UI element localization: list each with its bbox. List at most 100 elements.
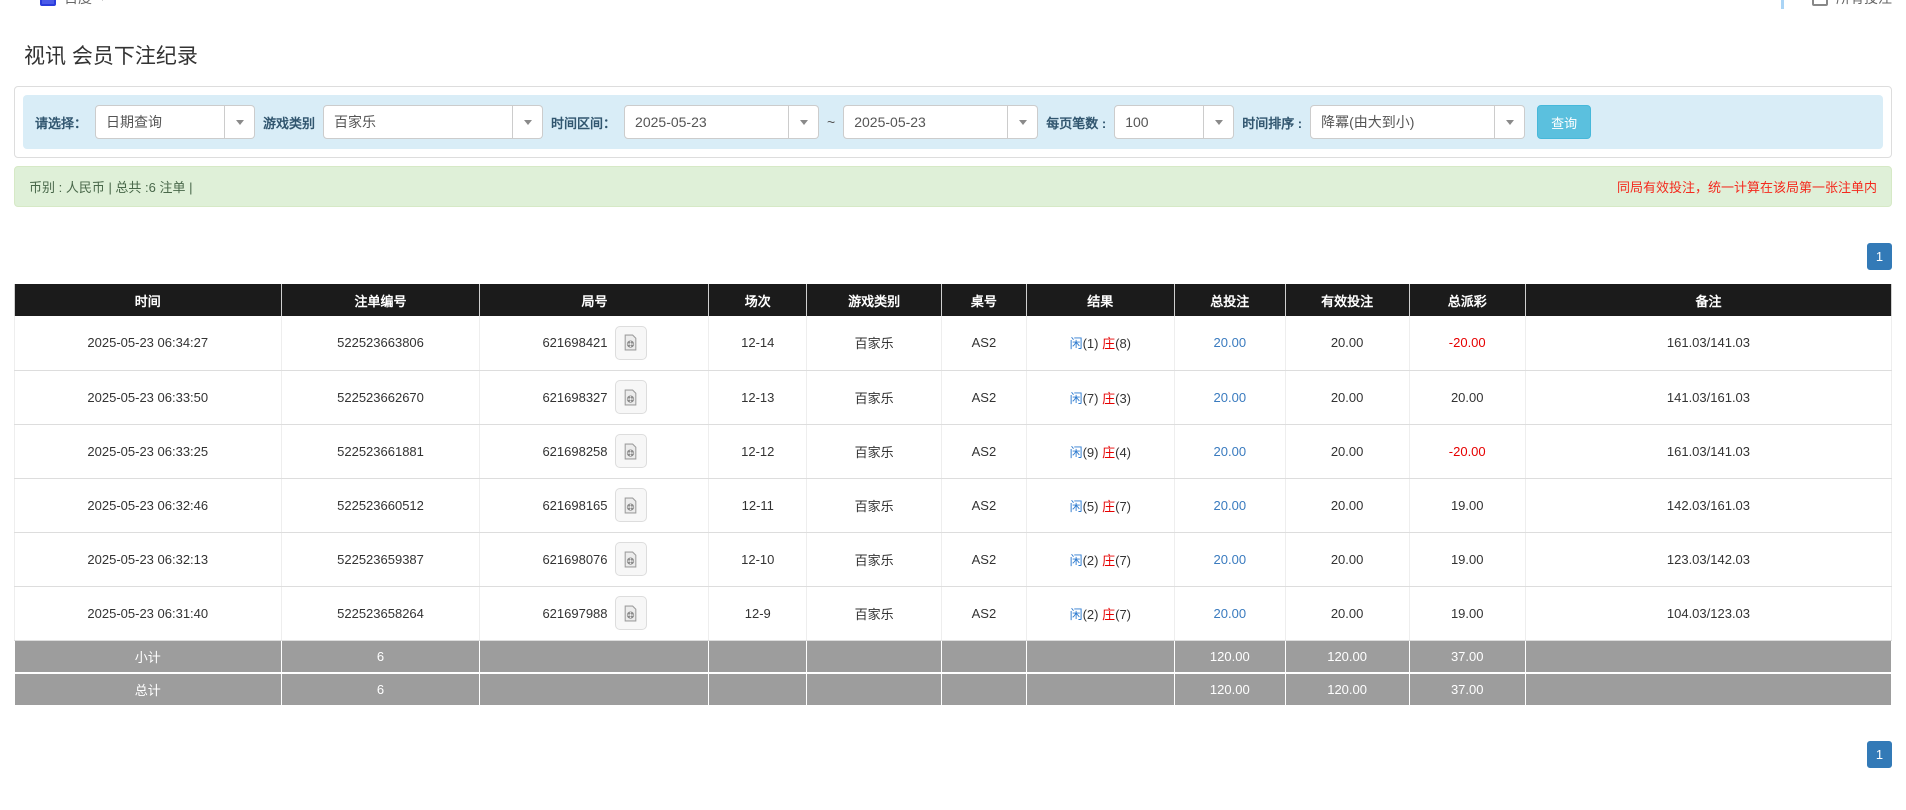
cell-payout: 19.00 [1409, 478, 1525, 532]
cell-game-type: 百家乐 [807, 424, 942, 478]
query-type-select[interactable]: 日期查询 [95, 105, 255, 139]
time-range-label: 时间区间： [551, 113, 616, 132]
cell-table-code: AS2 [942, 424, 1026, 478]
date-from-value: 2025-05-23 [624, 105, 789, 139]
page-size-value: 100 [1114, 105, 1204, 139]
video-replay-button[interactable] [615, 488, 647, 522]
summary-empty [1525, 673, 1891, 706]
filter-bar: 请选择： 日期查询 游戏类别 百家乐 时间区间： 2025-05-23 ~ 20… [23, 95, 1883, 149]
cell-table-code: AS2 [942, 478, 1026, 532]
search-button[interactable]: 查询 [1537, 105, 1591, 139]
cell-table-code: AS2 [942, 586, 1026, 640]
column-header-3: 场次 [709, 284, 807, 316]
bet-records-table: 时间注单编号局号场次游戏类别桌号结果总投注有效投注总派彩备注 2025-05-2… [14, 284, 1892, 707]
result-banker-label: 庄 [1102, 391, 1115, 406]
cell-remark: 142.03/161.03 [1525, 478, 1891, 532]
cell-total-bet[interactable]: 20.00 [1174, 370, 1285, 424]
game-type-select[interactable]: 百家乐 [323, 105, 543, 139]
top-right-fragment[interactable]: 所有投注 [1812, 0, 1892, 8]
summary-empty [942, 673, 1026, 706]
date-from-select[interactable]: 2025-05-23 [624, 105, 819, 139]
page-title: 视讯 会员下注纪录 [24, 40, 1892, 70]
column-header-1: 注单编号 [281, 284, 480, 316]
cell-remark: 123.03/142.03 [1525, 532, 1891, 586]
cell-session: 12-14 [709, 316, 807, 370]
cell-session: 12-9 [709, 586, 807, 640]
cell-bet-id: 522523663806 [281, 316, 480, 370]
cell-result: 闲(5) 庄(7) [1026, 478, 1174, 532]
summary-empty [1026, 640, 1174, 673]
cell-game-type: 百家乐 [807, 586, 942, 640]
chevron-down-icon[interactable] [1495, 105, 1525, 139]
chevron-down-icon[interactable] [225, 105, 255, 139]
summary-empty [709, 640, 807, 673]
result-banker-label: 庄 [1102, 336, 1115, 351]
video-file-icon [622, 497, 639, 514]
cell-time: 2025-05-23 06:34:27 [15, 316, 282, 370]
result-player-score: (5) [1083, 499, 1099, 514]
summary-label: 小计 [15, 640, 282, 673]
result-player-label: 闲 [1070, 391, 1083, 406]
chevron-down-icon[interactable] [1008, 105, 1038, 139]
cell-total-bet[interactable]: 20.00 [1174, 316, 1285, 370]
result-player-label: 闲 [1070, 607, 1083, 622]
sort-order-select[interactable]: 降冪(由大到小) [1310, 105, 1525, 139]
sort-order-value: 降冪(由大到小) [1310, 105, 1495, 139]
column-header-2: 局号 [480, 284, 709, 316]
table-row: 2025-05-23 06:32:13522523659387621698076… [15, 532, 1892, 586]
top-divider [1781, 0, 1784, 9]
chevron-down-icon[interactable] [513, 105, 543, 139]
summary-valid-bet: 120.00 [1285, 673, 1409, 706]
round-id-text: 621698165 [542, 498, 607, 513]
pagination-page-1-bottom[interactable]: 1 [1867, 741, 1892, 768]
page-size-select[interactable]: 100 [1114, 105, 1234, 139]
result-banker-score: (4) [1115, 445, 1131, 460]
chevron-down-icon[interactable] [1204, 105, 1234, 139]
cell-valid-bet: 20.00 [1285, 478, 1409, 532]
table-row: 2025-05-23 06:31:40522523658264621697988… [15, 586, 1892, 640]
cell-round-id: 621698165 [480, 478, 709, 532]
cell-time: 2025-05-23 06:32:13 [15, 532, 282, 586]
cell-payout: -20.00 [1409, 316, 1525, 370]
cell-time: 2025-05-23 06:32:46 [15, 478, 282, 532]
cell-session: 12-12 [709, 424, 807, 478]
video-replay-button[interactable] [615, 596, 647, 630]
chevron-down-icon[interactable] [789, 105, 819, 139]
cell-session: 12-10 [709, 532, 807, 586]
cell-total-bet[interactable]: 20.00 [1174, 586, 1285, 640]
column-header-5: 桌号 [942, 284, 1026, 316]
video-replay-button[interactable] [615, 434, 647, 468]
video-replay-button[interactable] [615, 326, 647, 360]
date-to-select[interactable]: 2025-05-23 [843, 105, 1038, 139]
cell-payout: 19.00 [1409, 532, 1525, 586]
table-row: 2025-05-23 06:32:46522523660512621698165… [15, 478, 1892, 532]
top-left-fragment[interactable]: 百度 ▾ [40, 0, 105, 8]
sort-order-label: 时间排序 : [1242, 113, 1302, 132]
cell-total-bet[interactable]: 20.00 [1174, 424, 1285, 478]
cell-valid-bet: 20.00 [1285, 370, 1409, 424]
summary-empty [480, 673, 709, 706]
round-id-text: 621698258 [542, 444, 607, 459]
video-replay-button[interactable] [615, 542, 647, 576]
pagination-page-1-top[interactable]: 1 [1867, 243, 1892, 270]
game-type-label: 游戏类别 [263, 113, 315, 132]
cell-round-id: 621697988 [480, 586, 709, 640]
summary-valid-bet: 120.00 [1285, 640, 1409, 673]
column-header-4: 游戏类别 [807, 284, 942, 316]
cell-result: 闲(2) 庄(7) [1026, 532, 1174, 586]
summary-label: 总计 [15, 673, 282, 706]
total-row: 总计6120.00120.0037.00 [15, 673, 1892, 706]
result-banker-score: (7) [1115, 607, 1131, 622]
cell-game-type: 百家乐 [807, 370, 942, 424]
summary-total-bet: 120.00 [1174, 673, 1285, 706]
video-file-icon [622, 605, 639, 622]
cell-valid-bet: 20.00 [1285, 316, 1409, 370]
cell-total-bet[interactable]: 20.00 [1174, 478, 1285, 532]
cell-total-bet[interactable]: 20.00 [1174, 532, 1285, 586]
summary-empty [807, 673, 942, 706]
table-row: 2025-05-23 06:33:25522523661881621698258… [15, 424, 1892, 478]
video-replay-button[interactable] [615, 380, 647, 414]
cell-remark: 104.03/123.03 [1525, 586, 1891, 640]
top-bar-fragment: 百度 ▾ 所有投注 [0, 0, 1906, 10]
summary-empty [942, 640, 1026, 673]
